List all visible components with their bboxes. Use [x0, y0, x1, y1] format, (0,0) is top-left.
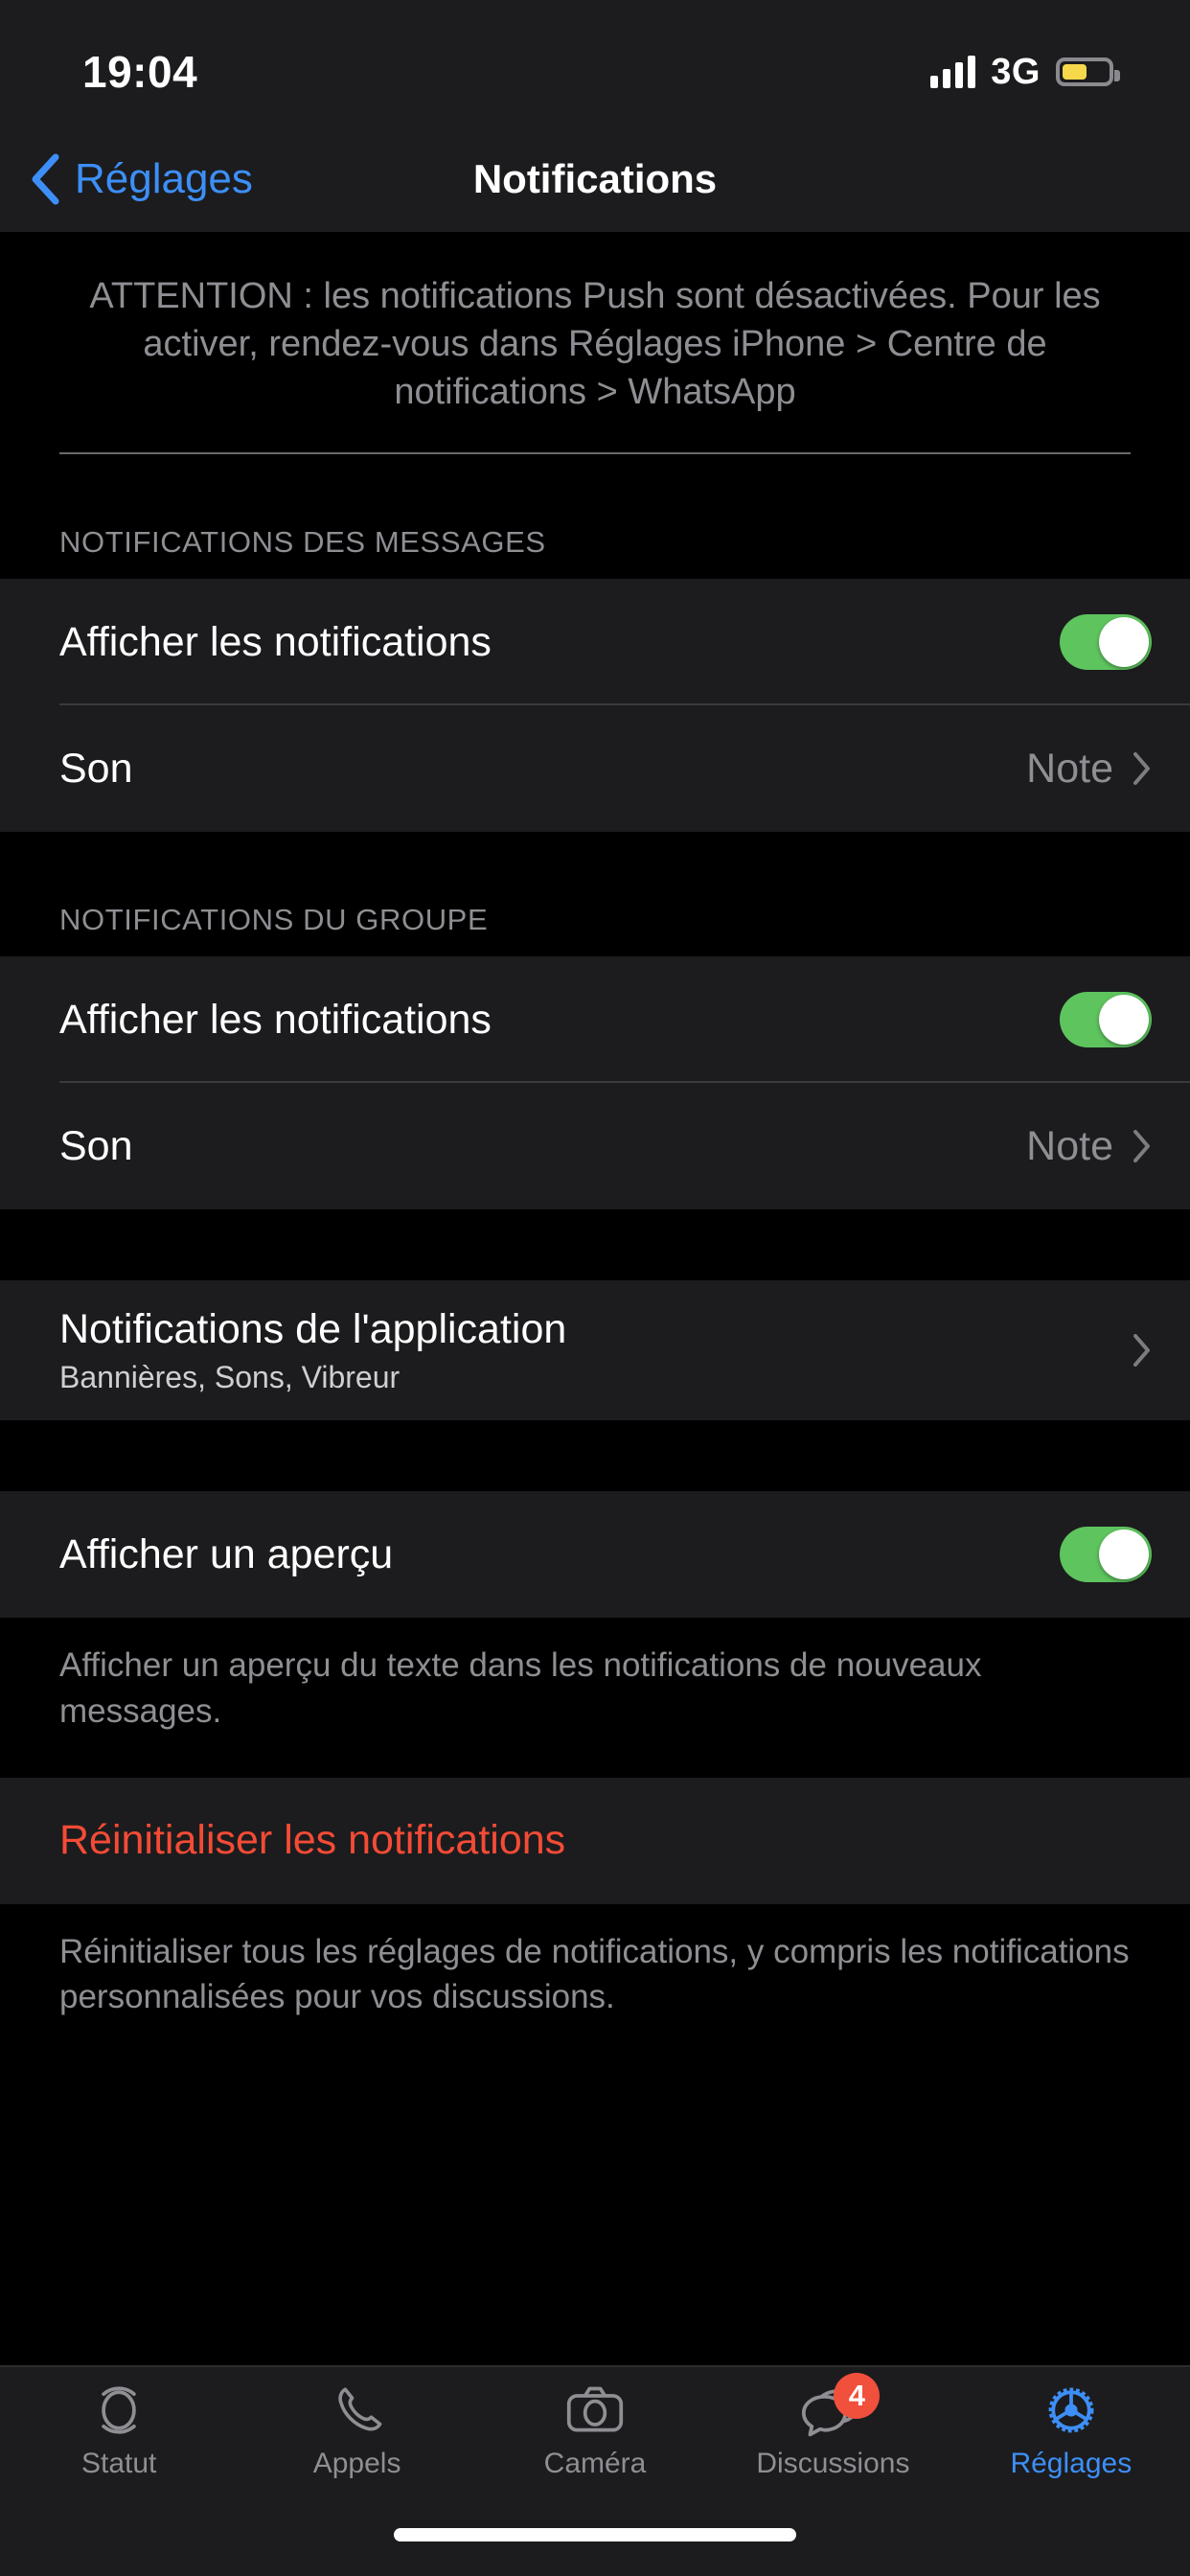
- toggle-knob: [1099, 617, 1149, 668]
- chevron-right-icon: [1133, 1334, 1150, 1368]
- phone-icon: [326, 2380, 389, 2440]
- chevron-right-icon: [1133, 1130, 1150, 1163]
- status-bar-clock: 19:04: [82, 47, 198, 97]
- row-show-preview[interactable]: Afficher un aperçu: [0, 1491, 1190, 1618]
- row-messages-show-notifications[interactable]: Afficher les notifications: [0, 579, 1190, 706]
- section-header-messages: NOTIFICATIONS DES MESSAGES: [59, 525, 546, 560]
- group-settings-group: Afficher les notifications Son Note: [0, 956, 1190, 1210]
- tab-label: Appels: [312, 2448, 401, 2479]
- reset-group: Réinitialiser les notifications: [0, 1777, 1190, 1904]
- app-notifications-group: Notifications de l'application Bannières…: [0, 1280, 1190, 1421]
- discussions-badge: 4: [834, 2373, 881, 2419]
- row-messages-sound[interactable]: Son Note: [0, 705, 1190, 832]
- settings-scroll-view[interactable]: ATTENTION : les notifications Push sont …: [0, 232, 1190, 2365]
- tab-reglages[interactable]: Réglages: [952, 2380, 1190, 2480]
- warning-divider: [59, 452, 1131, 455]
- gear-icon: [1040, 2380, 1103, 2440]
- tab-label: Caméra: [543, 2448, 647, 2479]
- home-indicator-area: [0, 2511, 1190, 2576]
- back-button[interactable]: Réglages: [0, 152, 253, 206]
- messages-settings-group: Afficher les notifications Son Note: [0, 579, 1190, 833]
- tab-camera[interactable]: Caméra: [476, 2380, 714, 2480]
- tab-label: Discussions: [756, 2448, 910, 2479]
- home-indicator[interactable]: [394, 2528, 796, 2542]
- tab-discussions[interactable]: 4 Discussions: [714, 2373, 951, 2480]
- tab-appels[interactable]: Appels: [238, 2380, 475, 2480]
- status-bar-indicators: 3G: [930, 51, 1120, 93]
- tab-statut[interactable]: Statut: [0, 2380, 238, 2480]
- row-title: Notifications de l'application: [59, 1305, 567, 1352]
- status-bar: 19:04 3G: [0, 0, 1190, 126]
- chevron-left-icon: [32, 153, 59, 205]
- row-value: Note: [1026, 1122, 1113, 1169]
- back-button-label: Réglages: [75, 155, 253, 202]
- network-type-label: 3G: [991, 51, 1041, 92]
- status-rings-icon: [87, 2380, 150, 2440]
- preview-group: Afficher un aperçu: [0, 1491, 1190, 1619]
- row-subtitle: Bannières, Sons, Vibreur: [59, 1359, 400, 1394]
- chat-bubbles-icon: 4: [801, 2373, 881, 2440]
- row-label: Afficher les notifications: [59, 618, 492, 665]
- group-show-notifications-toggle[interactable]: [1060, 992, 1152, 1048]
- battery-low-power-icon: [1056, 58, 1120, 86]
- tab-label: Statut: [81, 2448, 157, 2479]
- row-reset-notifications[interactable]: Réinitialiser les notifications: [0, 1778, 1190, 1904]
- row-label: Son: [59, 745, 133, 792]
- chevron-right-icon: [1133, 752, 1150, 786]
- reset-footnote: Réinitialiser tous les réglages de notif…: [59, 1932, 1130, 2016]
- tab-label: Réglages: [1010, 2448, 1133, 2479]
- row-label: Afficher un aperçu: [59, 1530, 394, 1577]
- row-label: Son: [59, 1122, 133, 1169]
- row-label: Afficher les notifications: [59, 996, 492, 1043]
- toggle-knob: [1099, 1530, 1149, 1580]
- row-app-notifications[interactable]: Notifications de l'application Bannières…: [0, 1280, 1190, 1420]
- push-disabled-warning: ATTENTION : les notifications Push sont …: [89, 276, 1101, 413]
- cellular-signal-icon: [930, 56, 976, 88]
- navigation-bar: Réglages Notifications: [0, 126, 1190, 232]
- row-group-sound[interactable]: Son Note: [0, 1083, 1190, 1209]
- messages-show-notifications-toggle[interactable]: [1060, 614, 1152, 671]
- show-preview-toggle[interactable]: [1060, 1527, 1152, 1583]
- row-group-show-notifications[interactable]: Afficher les notifications: [0, 956, 1190, 1084]
- row-value: Note: [1026, 745, 1113, 792]
- preview-footnote: Afficher un aperçu du texte dans les not…: [59, 1646, 982, 1730]
- reset-notifications-label: Réinitialiser les notifications: [59, 1817, 566, 1864]
- app-screen: 19:04 3G Réglages Notifications ATTENTIO…: [0, 0, 1190, 2576]
- camera-icon: [563, 2380, 627, 2440]
- section-header-group: NOTIFICATIONS DU GROUPE: [59, 903, 489, 937]
- tab-bar: Statut Appels Caméra 4 Discussions Régla…: [0, 2365, 1190, 2511]
- toggle-knob: [1099, 995, 1149, 1046]
